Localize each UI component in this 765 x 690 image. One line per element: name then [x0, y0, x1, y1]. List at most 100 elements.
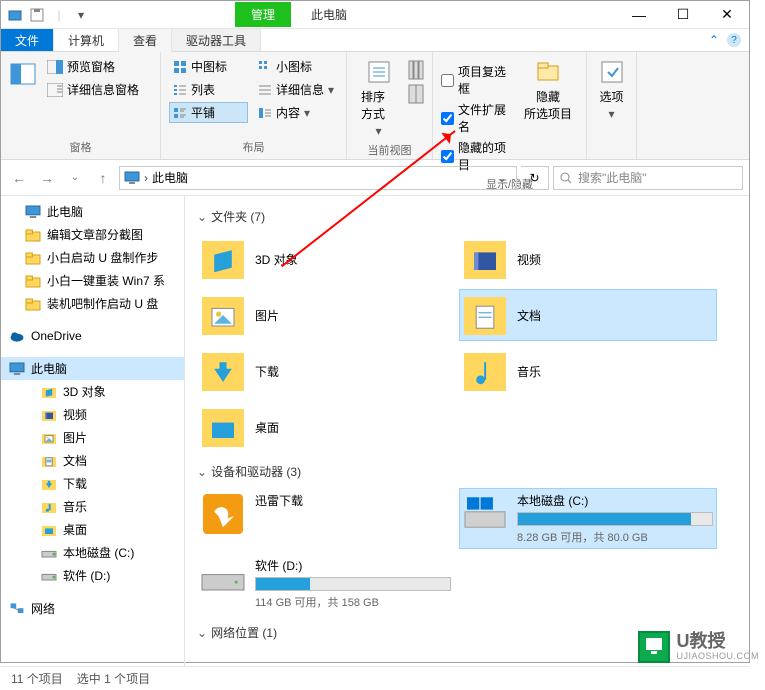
tree-item[interactable]: 小白一键重装 Win7 系 [1, 269, 184, 292]
layout-detail[interactable]: 详细信息▾ [254, 79, 338, 100]
status-selected: 选中 1 个项目 [77, 670, 150, 687]
tree-item[interactable]: 视频 [1, 403, 184, 426]
folder-item[interactable]: 音乐 [459, 345, 717, 397]
tree-item[interactable]: 装机吧制作启动 U 盘 [1, 292, 184, 315]
tree-item[interactable]: 桌面 [1, 518, 184, 541]
tree-item-label: 此电脑 [47, 203, 83, 220]
tree-item[interactable]: 编辑文章部分截图 [1, 223, 184, 246]
preview-pane-button[interactable]: 预览窗格 [43, 56, 143, 77]
qat-icon[interactable] [27, 6, 47, 24]
folder-item[interactable]: 视频 [459, 233, 717, 285]
downloads-icon [201, 349, 245, 393]
tree-item[interactable]: 小白启动 U 盘制作步 [1, 246, 184, 269]
window-title: 此电脑 [311, 6, 347, 23]
3d-icon [41, 384, 57, 400]
maximize-button[interactable]: ☐ [661, 1, 705, 29]
close-button[interactable]: ✕ [705, 1, 749, 29]
hide-selected-button[interactable]: 隐藏 所选项目 [518, 56, 578, 124]
tree-item[interactable]: 此电脑 [1, 200, 184, 223]
minimize-button[interactable]: — [617, 1, 661, 29]
folder-item[interactable]: 3D 对象 [197, 233, 455, 285]
video-icon [463, 237, 507, 281]
forward-button[interactable]: → [35, 166, 59, 190]
tree-item-label: 视频 [63, 406, 87, 423]
drive-item[interactable]: 软件 (D:)114 GB 可用，共 158 GB [197, 553, 455, 614]
network-icon [9, 601, 25, 617]
drive-label: 本地磁盘 (C:) [517, 492, 713, 509]
tree-item-label: OneDrive [31, 329, 82, 343]
folder-icon [25, 273, 41, 289]
tree-item[interactable]: 软件 (D:) [1, 564, 184, 587]
tab-drive-tools[interactable]: 驱动器工具 [172, 29, 261, 51]
layout-list[interactable]: 列表 [169, 79, 248, 100]
layout-small[interactable]: 小图标 [254, 56, 338, 77]
details-pane-button[interactable]: 详细信息窗格 [43, 79, 143, 100]
3d-icon [201, 237, 245, 281]
tree-item[interactable]: 文档 [1, 449, 184, 472]
checkbox-item-checkboxes[interactable]: 项目复选框 [441, 62, 512, 98]
up-button[interactable]: ↑ [91, 166, 115, 190]
tree-item[interactable]: 音乐 [1, 495, 184, 518]
sort-button[interactable]: 排序方式▾ [355, 56, 402, 140]
folder-item[interactable]: 文档 [459, 289, 717, 341]
music-icon [463, 349, 507, 393]
ribbon-collapse-icon[interactable]: ⌃ [709, 33, 719, 47]
folder-icon [25, 250, 41, 266]
tree-item[interactable]: 此电脑 [1, 357, 184, 380]
folder-item[interactable]: 下载 [197, 345, 455, 397]
folder-item[interactable]: 图片 [197, 289, 455, 341]
item-label: 下载 [255, 363, 451, 380]
drive-icon [41, 568, 57, 584]
tree-item-label: 本地磁盘 (C:) [63, 544, 134, 561]
options-button[interactable]: 选项▾ [592, 56, 632, 123]
item-label: 文档 [517, 307, 713, 324]
drive-item[interactable]: 迅雷下载 [197, 488, 455, 549]
path-dropdown-icon[interactable]: ⌄ [492, 171, 512, 185]
ribbon-tabs: 文件 计算机 查看 驱动器工具 ⌃ ? [1, 29, 749, 52]
tree-item[interactable]: OneDrive [1, 325, 184, 347]
tab-file[interactable]: 文件 [1, 29, 54, 51]
qat-dropdown[interactable]: ▾ [71, 6, 91, 24]
tree-item-label: 文档 [63, 452, 87, 469]
section-header-drives[interactable]: ⌄设备和驱动器 (3) [197, 463, 737, 480]
tree-item[interactable]: 本地磁盘 (C:) [1, 541, 184, 564]
onedrive-icon [9, 328, 25, 344]
context-tab-label: 管理 [235, 2, 291, 27]
qat-icon[interactable] [5, 6, 25, 24]
tree-item-label: 图片 [63, 429, 87, 446]
status-count: 11 个项目 [11, 670, 63, 687]
drive-item[interactable]: 本地磁盘 (C:)8.28 GB 可用，共 80.0 GB [459, 488, 717, 549]
folder-icon [25, 296, 41, 312]
size-columns-icon[interactable] [408, 84, 424, 104]
layout-medium[interactable]: 中图标 [169, 56, 248, 77]
docs-icon [41, 453, 57, 469]
pc-icon [124, 170, 140, 186]
folder-item[interactable]: 桌面 [197, 401, 455, 453]
tree-item-label: 装机吧制作启动 U 盘 [47, 295, 158, 312]
recent-dropdown[interactable]: ⌄ [63, 166, 87, 190]
columns-icon[interactable] [408, 60, 424, 80]
refresh-button[interactable]: ↻ [521, 166, 549, 190]
section-header-folders[interactable]: ⌄文件夹 (7) [197, 208, 737, 225]
search-input[interactable]: 搜索"此电脑" [553, 166, 743, 190]
watermark-logo [638, 631, 670, 663]
layout-content[interactable]: 内容▾ [254, 102, 338, 123]
nav-pane-icon[interactable] [9, 56, 37, 96]
tree-item[interactable]: 下载 [1, 472, 184, 495]
content-area[interactable]: ⌄文件夹 (7) 3D 对象视频图片 文档下载音乐桌面 ⌄设备和驱动器 (3) 迅… [185, 196, 749, 666]
tree-item[interactable]: 图片 [1, 426, 184, 449]
help-icon[interactable]: ? [727, 33, 741, 47]
qat-sep: | [49, 6, 69, 24]
layout-tiles[interactable]: 平铺 [169, 102, 248, 123]
path-segment[interactable]: 此电脑 [152, 169, 188, 186]
desktop-icon [41, 522, 57, 538]
back-button[interactable]: ← [7, 166, 31, 190]
drive-icon [463, 492, 507, 536]
tab-computer[interactable]: 计算机 [54, 29, 119, 51]
tree-item[interactable]: 网络 [1, 597, 184, 620]
item-label: 图片 [255, 307, 451, 324]
address-field[interactable]: › 此电脑 ⌄ [119, 166, 517, 190]
tree-item[interactable]: 3D 对象 [1, 380, 184, 403]
tree-item-label: 小白启动 U 盘制作步 [47, 249, 158, 266]
tab-view[interactable]: 查看 [119, 29, 172, 52]
